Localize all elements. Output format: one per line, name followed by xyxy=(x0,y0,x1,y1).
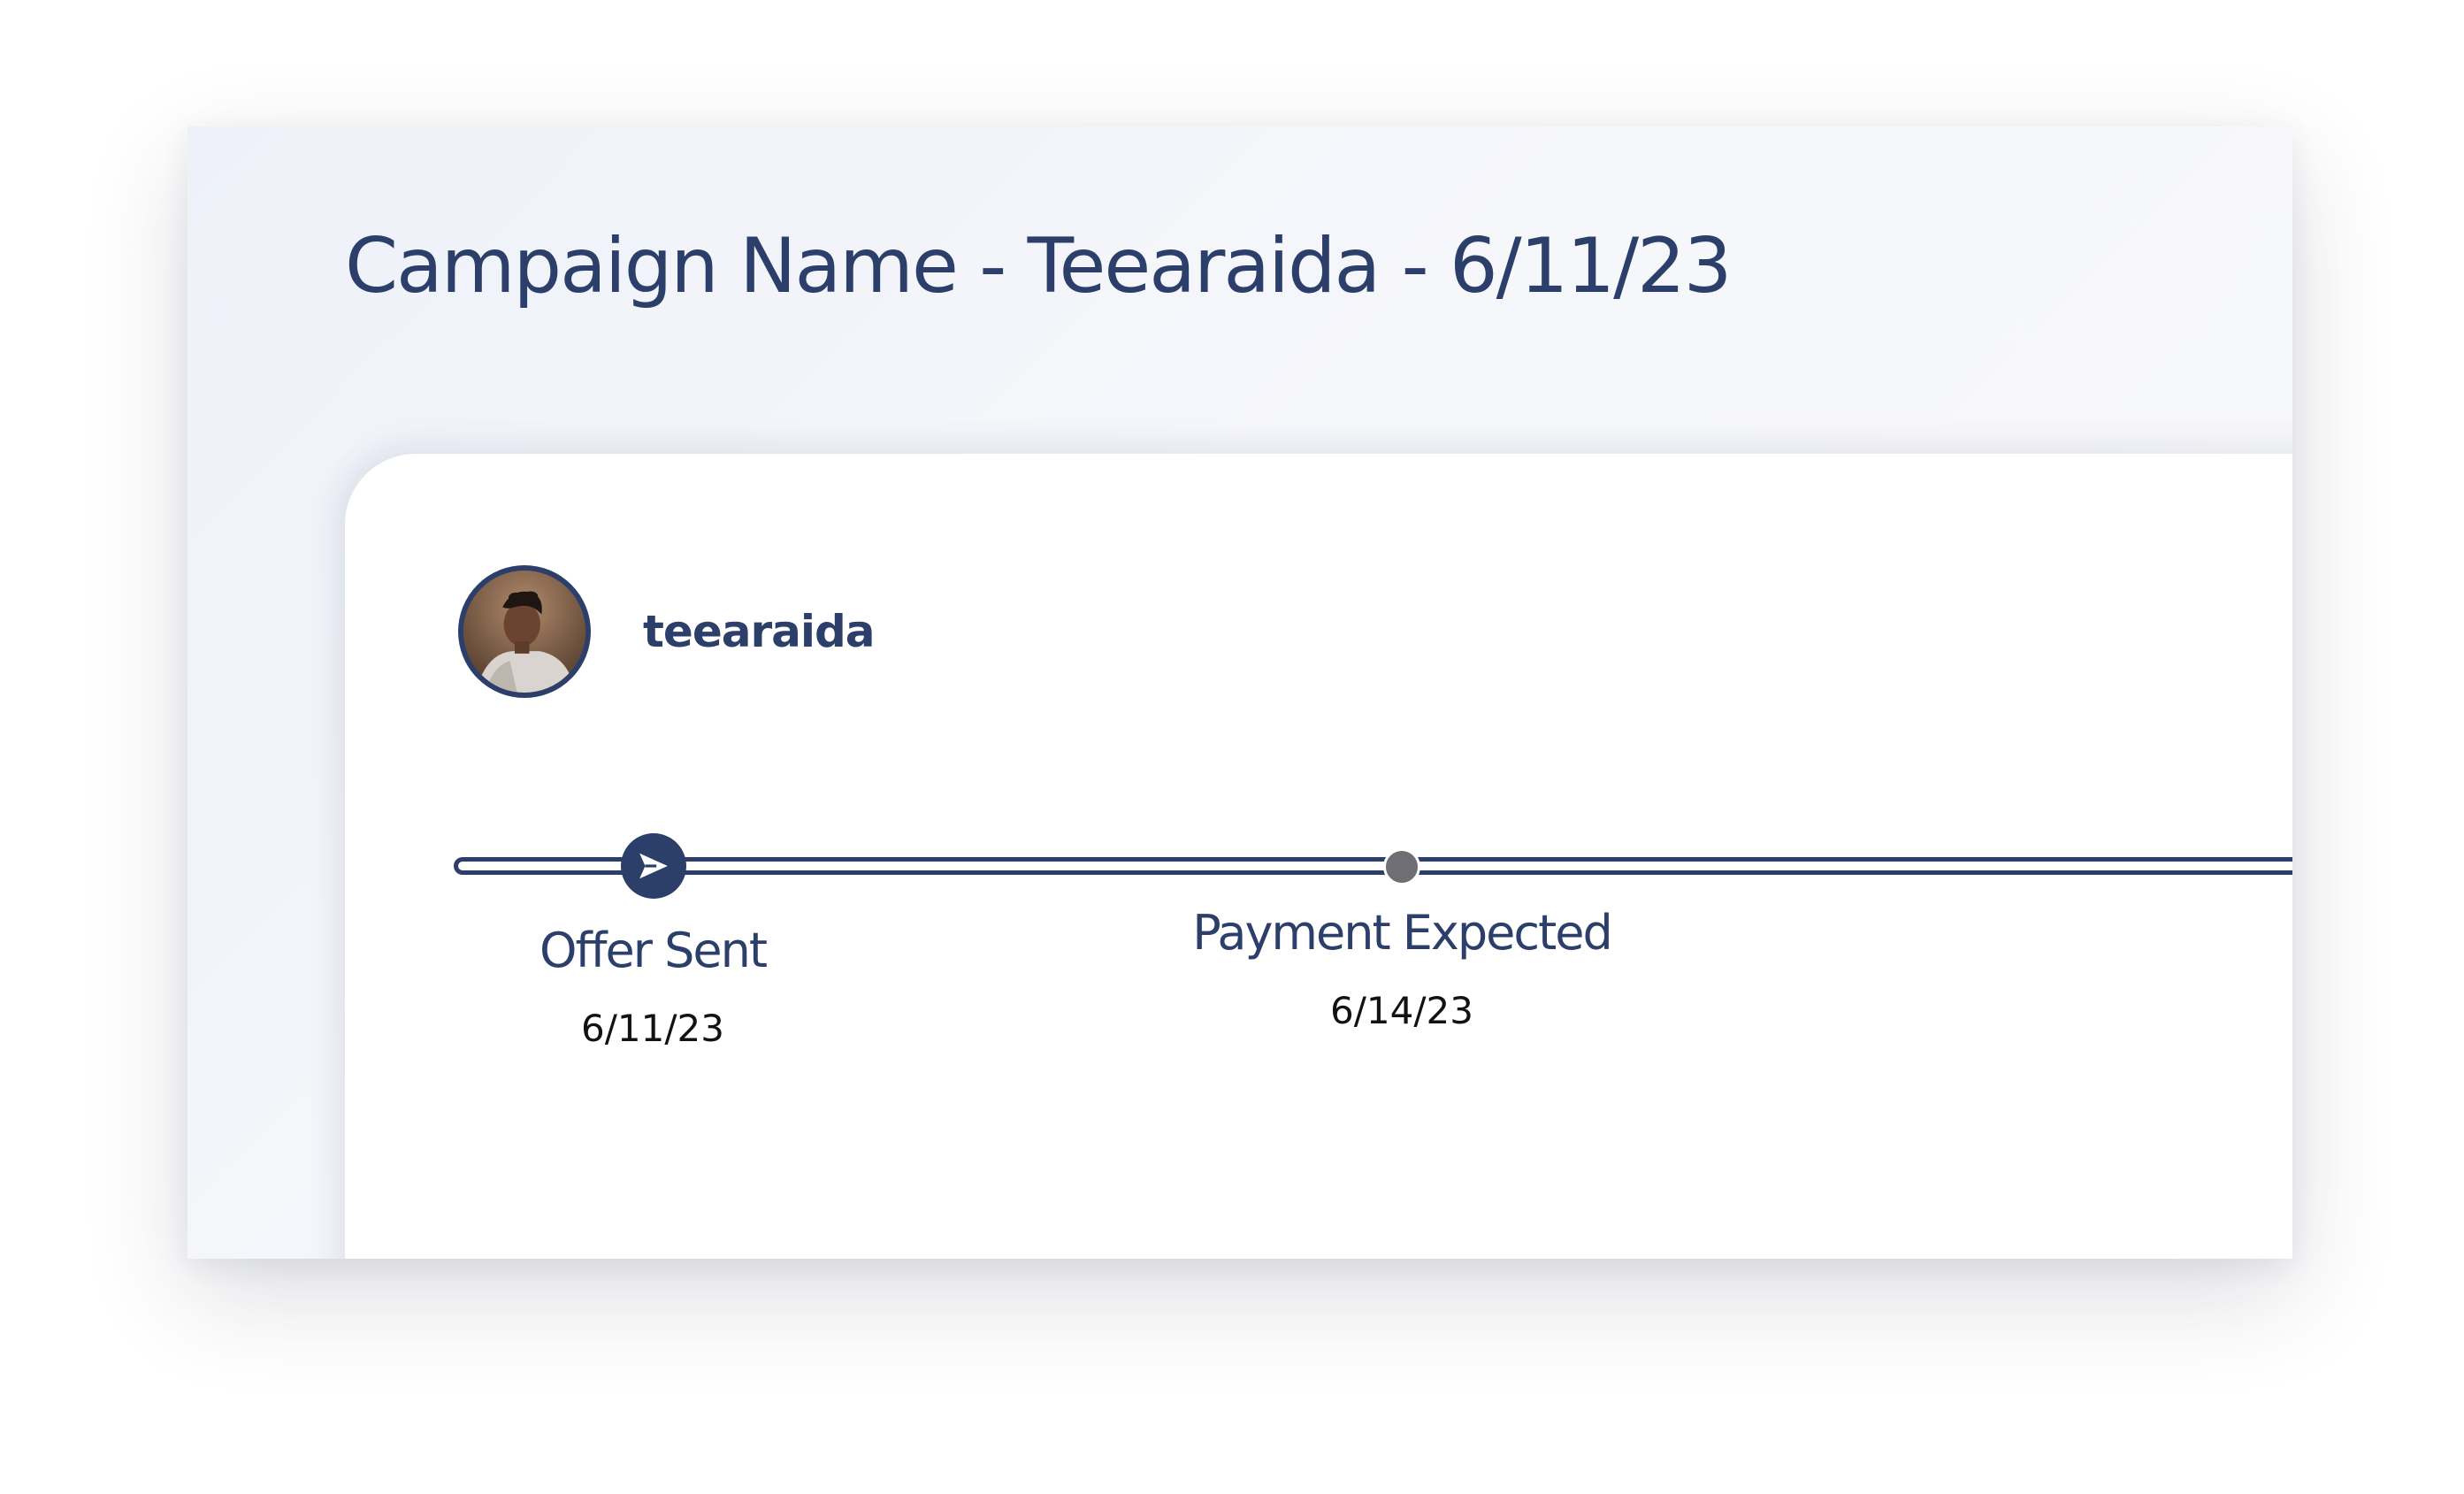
step-offer-sent-marker[interactable] xyxy=(621,833,686,899)
page-title: Campaign Name - Teearaida - 6/11/23 xyxy=(345,222,1732,310)
screenshot-stage: Campaign Name - Teearaida - 6/11/23 teea… xyxy=(0,0,2464,1494)
step-label-offer-sent: Offer Sent xyxy=(539,923,768,978)
step-label-payment-expected: Payment Expected xyxy=(1192,905,1613,961)
avatar-photo-icon xyxy=(463,571,585,693)
step-date-payment-expected: 6/14/23 xyxy=(1330,989,1473,1032)
timeline-track xyxy=(454,857,2292,875)
creator-avatar[interactable] xyxy=(458,565,591,698)
app-window: Campaign Name - Teearaida - 6/11/23 teea… xyxy=(187,126,2292,1259)
creator-username[interactable]: teearaida xyxy=(643,606,876,657)
campaign-card: teearaida Offer Sent 6/11/23 Payment Exp… xyxy=(345,454,2292,1259)
pending-dot-icon[interactable] xyxy=(1383,848,1420,885)
step-date-offer-sent: 6/11/23 xyxy=(581,1007,724,1050)
send-icon xyxy=(639,853,668,879)
